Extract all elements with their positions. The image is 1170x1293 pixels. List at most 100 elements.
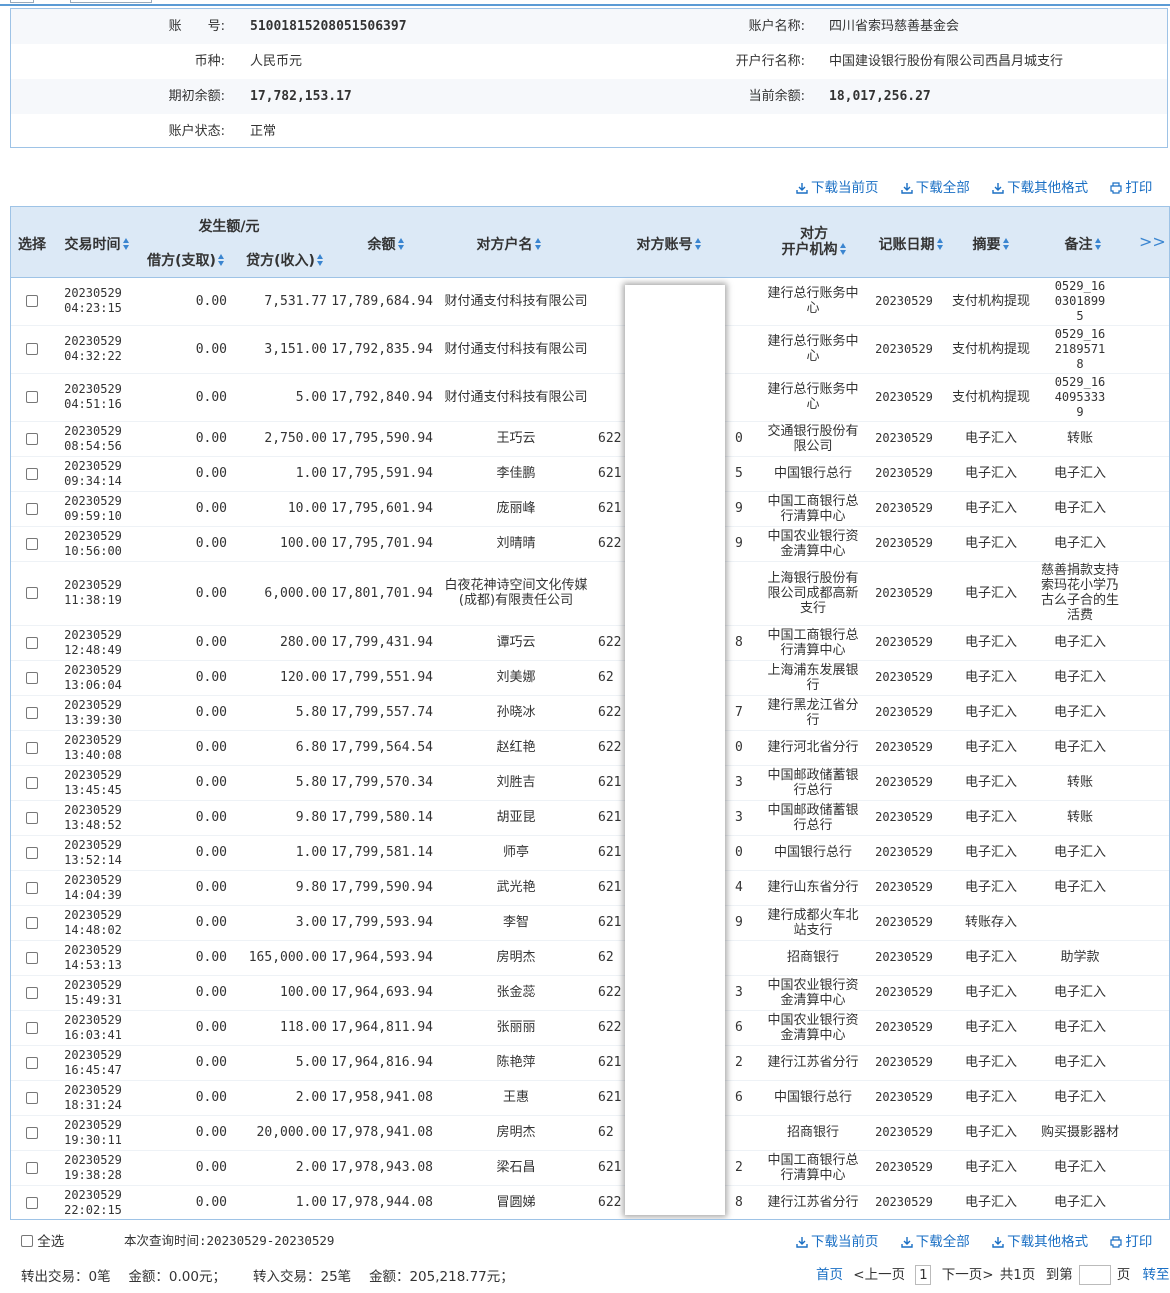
select-all[interactable]: 全选 xyxy=(21,1230,64,1250)
col-counterparty-bank[interactable]: 对方 开户机构 xyxy=(769,226,859,258)
row-select[interactable] xyxy=(11,421,53,456)
table-row[interactable]: 20230529 19:38:28 0.00 2.00 17,978,943.08 梁石昌… xyxy=(11,1150,1169,1186)
table-row[interactable]: 20230529 13:40:08 0.00 6.80 17,799,564.54 赵红艳… xyxy=(11,730,1169,766)
row-checkbox[interactable] xyxy=(26,881,38,894)
sort-icon[interactable] xyxy=(316,254,324,266)
table-row[interactable]: 20230529 08:54:56 0.00 2,750.00 17,795,590.9… xyxy=(11,421,1169,457)
row-select[interactable] xyxy=(11,1115,53,1150)
col-credit[interactable]: 贷方(收入) xyxy=(238,250,332,270)
download-all-button[interactable]: 下载全部 xyxy=(901,180,970,196)
row-select[interactable] xyxy=(11,561,53,625)
table-row[interactable]: 20230529 11:38:19 0.00 6,000.00 17,801,701.9… xyxy=(11,561,1169,626)
sort-icon[interactable] xyxy=(217,254,225,266)
row-checkbox[interactable] xyxy=(26,986,38,999)
table-row[interactable]: 20230529 09:34:14 0.00 1.00 17,795,591.94 李佳鹏… xyxy=(11,456,1169,492)
sort-icon[interactable] xyxy=(1002,238,1010,250)
row-checkbox[interactable] xyxy=(26,343,38,355)
row-select[interactable] xyxy=(11,373,53,421)
table-row[interactable]: 20230529 14:48:02 0.00 3.00 17,799,593.94 李智 6… xyxy=(11,905,1169,941)
sort-icon[interactable] xyxy=(397,238,405,250)
download-current-button[interactable]: 下载当前页 xyxy=(796,180,879,196)
row-select[interactable] xyxy=(11,1150,53,1185)
row-checkbox[interactable] xyxy=(26,741,38,754)
table-row[interactable]: 20230529 16:03:41 0.00 118.00 17,964,811.94 张… xyxy=(11,1010,1169,1046)
row-checkbox[interactable] xyxy=(26,1021,38,1034)
print-button[interactable]: 打印 xyxy=(1110,180,1152,196)
download-all-button[interactable]: 下载全部 xyxy=(901,1234,970,1250)
row-select[interactable] xyxy=(11,277,53,325)
row-checkbox[interactable] xyxy=(26,1126,38,1139)
row-select[interactable] xyxy=(11,1185,53,1219)
prev-page-link[interactable]: <上一页 xyxy=(853,1267,905,1283)
row-select[interactable] xyxy=(11,800,53,835)
col-summary[interactable]: 摘要 xyxy=(963,234,1019,254)
row-select[interactable] xyxy=(11,1080,53,1115)
sort-icon[interactable] xyxy=(694,238,702,250)
col-time[interactable]: 交易时间 xyxy=(57,234,137,254)
row-checkbox[interactable] xyxy=(26,811,38,824)
col-counterparty-account[interactable]: 对方账号 xyxy=(619,234,719,254)
table-row[interactable]: 20230529 13:06:04 0.00 120.00 17,799,551.94 刘… xyxy=(11,660,1169,696)
table-row[interactable]: 20230529 10:56:00 0.00 100.00 17,795,701.94 刘… xyxy=(11,526,1169,562)
table-row[interactable]: 20230529 13:45:45 0.00 5.80 17,799,570.34 刘胜吉… xyxy=(11,765,1169,801)
table-row[interactable]: 20230529 14:04:39 0.00 9.80 17,799,590.94 武光艳… xyxy=(11,870,1169,906)
row-select[interactable] xyxy=(11,1010,53,1045)
row-checkbox[interactable] xyxy=(26,1091,38,1104)
row-checkbox[interactable] xyxy=(26,916,38,929)
goto-page-input[interactable] xyxy=(1078,1265,1111,1285)
row-select[interactable] xyxy=(11,491,53,526)
sort-icon[interactable] xyxy=(839,243,847,255)
table-row[interactable]: 20230529 12:48:49 0.00 280.00 17,799,431.94 谭… xyxy=(11,625,1169,661)
row-checkbox[interactable] xyxy=(26,432,38,445)
current-page[interactable]: 1 xyxy=(915,1265,932,1285)
row-select[interactable] xyxy=(11,325,53,373)
row-checkbox[interactable] xyxy=(26,1196,38,1209)
row-select[interactable] xyxy=(11,660,53,695)
next-page-link[interactable]: 下一页> xyxy=(942,1267,994,1283)
goto-button[interactable]: 转至 xyxy=(1143,1267,1170,1283)
expand-columns-button[interactable]: >> xyxy=(1139,232,1166,251)
col-balance[interactable]: 余额 xyxy=(351,234,421,254)
select-all-checkbox[interactable] xyxy=(21,1235,33,1247)
sort-icon[interactable] xyxy=(936,238,944,250)
table-row[interactable]: 20230529 19:30:11 0.00 20,000.00 17,978,941.… xyxy=(11,1115,1169,1151)
row-select[interactable] xyxy=(11,765,53,800)
table-row[interactable]: 20230529 18:31:24 0.00 2.00 17,958,941.08 王惠 6… xyxy=(11,1080,1169,1116)
row-checkbox[interactable] xyxy=(26,846,38,859)
row-checkbox[interactable] xyxy=(26,295,38,307)
row-select[interactable] xyxy=(11,730,53,765)
row-checkbox[interactable] xyxy=(26,467,38,480)
table-row[interactable]: 20230529 04:32:22 0.00 3,151.00 17,792,835.9… xyxy=(11,325,1169,374)
download-current-button[interactable]: 下载当前页 xyxy=(796,1234,879,1250)
sort-icon[interactable] xyxy=(1094,238,1102,250)
table-row[interactable]: 20230529 22:02:15 0.00 1.00 17,978,944.08 冒圆娣… xyxy=(11,1185,1169,1219)
tab-stub-active[interactable] xyxy=(70,0,152,3)
row-select[interactable] xyxy=(11,905,53,940)
print-button[interactable]: 打印 xyxy=(1110,1234,1152,1250)
row-select[interactable] xyxy=(11,940,53,975)
table-row[interactable]: 20230529 13:48:52 0.00 9.80 17,799,580.14 胡亚昆… xyxy=(11,800,1169,836)
download-other-button[interactable]: 下载其他格式 xyxy=(992,1234,1088,1250)
row-select[interactable] xyxy=(11,1045,53,1080)
table-row[interactable]: 20230529 14:53:13 0.00 165,000.00 17,964,593… xyxy=(11,940,1169,976)
col-counterparty-name[interactable]: 对方户名 xyxy=(459,234,559,254)
col-post-date[interactable]: 记账日期 xyxy=(873,234,949,254)
row-checkbox[interactable] xyxy=(26,502,38,515)
first-page-link[interactable]: 首页 xyxy=(816,1267,843,1283)
row-select[interactable] xyxy=(11,975,53,1010)
row-select[interactable] xyxy=(11,526,53,561)
sort-icon[interactable] xyxy=(122,238,130,250)
row-checkbox[interactable] xyxy=(26,776,38,789)
row-checkbox[interactable] xyxy=(26,1056,38,1069)
download-other-button[interactable]: 下载其他格式 xyxy=(992,180,1088,196)
table-row[interactable]: 20230529 15:49:31 0.00 100.00 17,964,693.94 张… xyxy=(11,975,1169,1011)
sort-icon[interactable] xyxy=(534,238,542,250)
table-row[interactable]: 20230529 13:52:14 0.00 1.00 17,799,581.14 师亭 6… xyxy=(11,835,1169,871)
col-debit[interactable]: 借方(支取) xyxy=(139,250,233,270)
table-row[interactable]: 20230529 16:45:47 0.00 5.00 17,964,816.94 陈艳萍… xyxy=(11,1045,1169,1081)
row-select[interactable] xyxy=(11,835,53,870)
table-row[interactable]: 20230529 09:59:10 0.00 10.00 17,795,601.94 庞丽… xyxy=(11,491,1169,527)
row-select[interactable] xyxy=(11,456,53,491)
row-checkbox[interactable] xyxy=(26,537,38,550)
row-checkbox[interactable] xyxy=(26,951,38,964)
